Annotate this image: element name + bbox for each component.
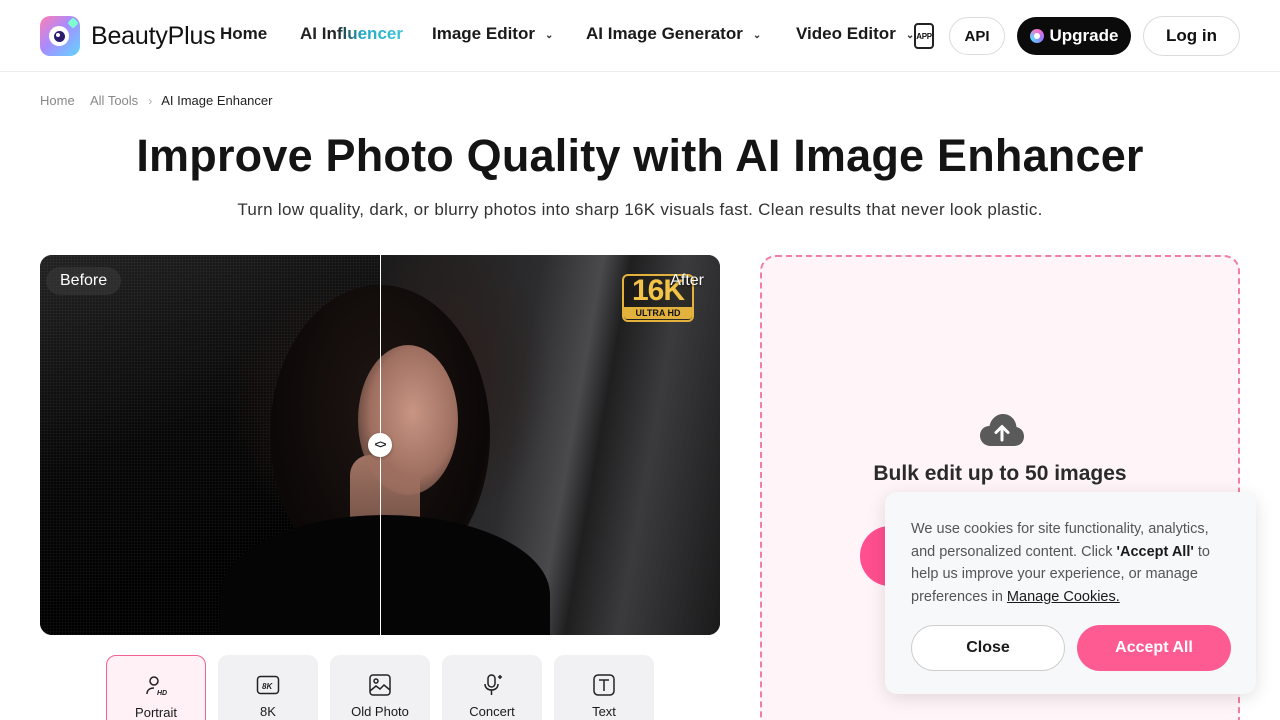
page-subtitle: Turn low quality, dark, or blurry photos… — [237, 200, 1043, 219]
brand-name: BeautyPlus — [91, 21, 216, 50]
nav-image-editor[interactable]: Image Editor ⌄ — [432, 24, 553, 44]
bulk-edit-heading: Bulk edit up to 50 images — [873, 462, 1127, 485]
cookie-message: We use cookies for site functionality, a… — [911, 518, 1230, 608]
before-label: Before — [46, 267, 122, 295]
tab-concert[interactable]: Concert — [442, 655, 542, 720]
login-button[interactable]: Log in — [1143, 16, 1240, 56]
nav-ai-influencer-label: AI Influencer — [300, 24, 403, 43]
subject-face — [358, 345, 458, 495]
page-title: Improve Photo Quality with AI Image Enha… — [136, 130, 1144, 181]
microphone-icon — [480, 673, 504, 697]
tab-8k-label: 8K — [260, 704, 276, 719]
tab-text-label: Text — [592, 704, 616, 719]
chevron-right-icon: › — [148, 93, 153, 108]
cookie-text-bold: 'Accept All' — [1116, 543, 1194, 560]
nav-ai-influencer[interactable]: AI Influencer — [300, 24, 403, 44]
breadcrumb-all-tools[interactable]: All Tools — [90, 93, 138, 108]
breadcrumb: Home All Tools › AI Image Enhancer — [40, 93, 272, 108]
app-download-icon[interactable]: APP — [914, 23, 934, 49]
badge-ultra-hd-text: ULTRA HD — [624, 307, 692, 319]
compare-slider-handle[interactable]: <> — [368, 433, 392, 457]
cloud-upload-icon — [980, 414, 1024, 446]
tab-text[interactable]: Text — [554, 655, 654, 720]
tab-concert-label: Concert — [469, 704, 515, 719]
app-label: APP — [916, 31, 932, 41]
upgrade-button[interactable]: Upgrade — [1017, 17, 1131, 55]
nav-video-editor-label: Video Editor — [796, 24, 896, 43]
chevron-down-icon: ⌄ — [544, 29, 554, 41]
upgrade-label: Upgrade — [1049, 26, 1119, 45]
nav-ai-image-generator[interactable]: AI Image Generator ⌄ — [586, 24, 761, 44]
cookie-consent-dialog: We use cookies for site functionality, a… — [885, 492, 1256, 694]
breadcrumb-current: AI Image Enhancer — [161, 93, 273, 108]
nav-video-editor[interactable]: Video Editor ⌄ — [796, 24, 914, 44]
brand-logo[interactable]: BeautyPlus — [40, 16, 216, 56]
tab-8k[interactable]: 8K 8K — [218, 655, 318, 720]
gem-icon — [1029, 29, 1044, 43]
text-icon — [592, 673, 616, 697]
8k-icon: 8K — [256, 673, 280, 697]
svg-text:8K: 8K — [262, 682, 273, 691]
chevron-down-icon: ⌄ — [905, 29, 915, 41]
nav-ai-image-generator-label: AI Image Generator — [586, 24, 743, 43]
api-button[interactable]: API — [949, 17, 1005, 55]
tab-old-photo-label: Old Photo — [351, 704, 409, 719]
after-label: After — [670, 272, 704, 289]
manage-cookies-link[interactable]: Manage Cookies. — [1007, 589, 1120, 605]
before-after-compare[interactable]: <> Before 16K ULTRA HD After — [40, 255, 720, 635]
tab-portrait[interactable]: HD Portrait — [106, 655, 206, 720]
cookie-close-button[interactable]: Close — [911, 625, 1065, 671]
site-header: BeautyPlus Home AI Influencer Image Edit… — [0, 0, 1280, 72]
nav-home[interactable]: Home — [220, 24, 267, 44]
tab-old-photo[interactable]: Old Photo — [330, 655, 430, 720]
svg-text:HD: HD — [157, 690, 167, 697]
nav-home-label: Home — [220, 24, 268, 43]
portrait-hd-icon: HD — [144, 674, 168, 698]
cookie-accept-all-button[interactable]: Accept All — [1077, 625, 1231, 671]
nav-image-editor-label: Image Editor — [432, 24, 535, 43]
breadcrumb-home[interactable]: Home — [40, 93, 90, 108]
chevron-down-icon: ⌄ — [752, 29, 762, 41]
beautyplus-logo-icon — [40, 16, 80, 56]
tab-portrait-label: Portrait — [135, 705, 177, 720]
old-photo-icon — [368, 673, 392, 697]
